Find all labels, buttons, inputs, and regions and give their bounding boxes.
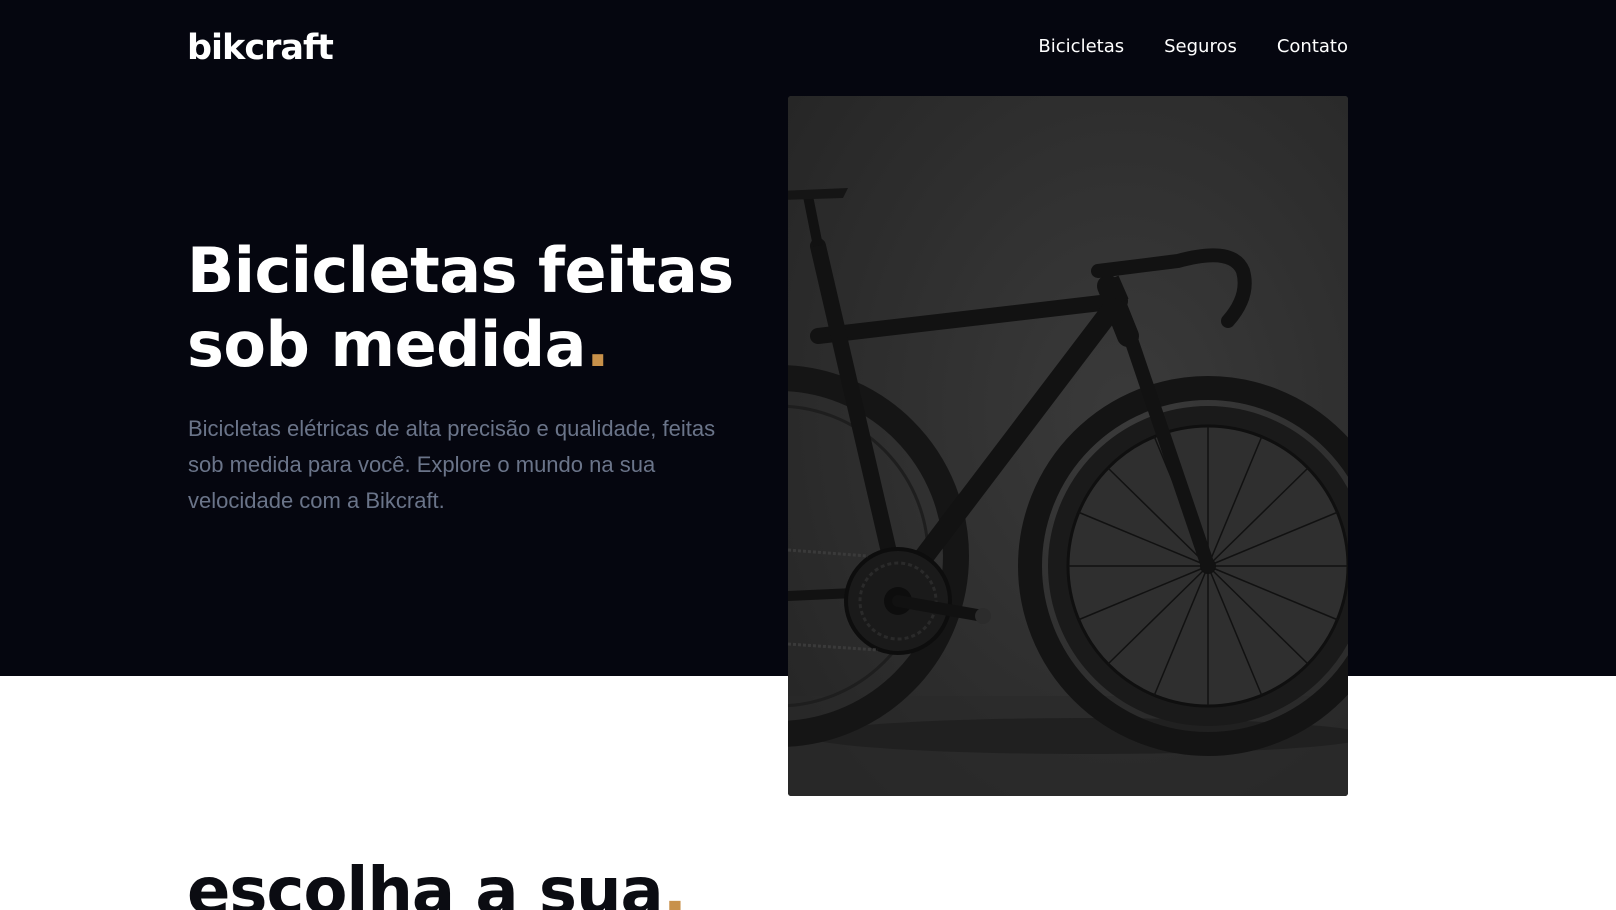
section-title-dot: . <box>662 855 687 910</box>
brand-logo[interactable]: bikcraft <box>187 26 334 70</box>
nav-item-contato[interactable]: Contato <box>1277 34 1348 60</box>
nav-item-seguros[interactable]: Seguros <box>1164 34 1237 60</box>
hero-subtitle: Bicicletas elétricas de alta precisão e … <box>188 416 716 513</box>
hero-title: Bicicletas feitas sob medida. <box>187 234 767 382</box>
section-title-text: escolha a sua <box>187 855 664 910</box>
hero-title-dot: . <box>585 308 610 381</box>
nav-item-bicicletas[interactable]: Bicicletas <box>1038 34 1124 60</box>
section-title: escolha a sua. <box>187 852 687 910</box>
bicycle-illustration <box>788 96 1348 796</box>
hero-title-line1: Bicicletas feitas <box>187 234 734 307</box>
bicycle-photo <box>788 96 1348 796</box>
hero-title-line2: sob medida <box>187 308 586 381</box>
main-nav: Bicicletas Seguros Contato <box>1038 34 1348 60</box>
